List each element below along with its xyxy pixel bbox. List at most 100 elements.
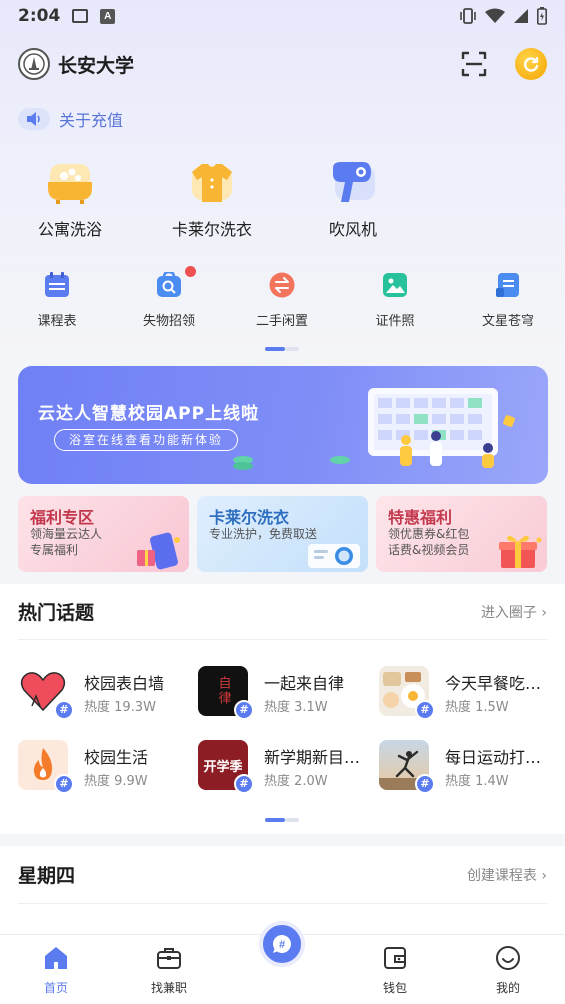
quick-link-lost-found[interactable]: 失物招领 [124, 266, 214, 329]
promo-subtitle: 领海量云达人 专属福利 [30, 526, 150, 558]
topic-item[interactable]: 自律 # 一起来自律 热度 3.1W [198, 666, 368, 722]
topic-heat: 热度 9.9W [84, 774, 148, 789]
create-schedule-link[interactable]: 创建课程表 › [467, 865, 547, 885]
tab-label: 找兼职 [150, 981, 187, 995]
topic-heat: 热度 19.3W [84, 700, 156, 715]
scan-icon [461, 51, 487, 77]
school-logo[interactable] [18, 48, 50, 80]
hot-topics-header: 热门话题 进入圈子 › [18, 584, 547, 640]
document-icon [495, 272, 521, 298]
promo-line: 专属福利 [30, 543, 79, 557]
calendar-icon [44, 272, 70, 298]
promo-line: 专业洗护，免费取送 [209, 527, 318, 541]
topic-item[interactable]: # 今天早餐吃… 热度 1.5W [379, 666, 549, 722]
topic-tag-icon: # [54, 774, 74, 794]
quick-link-label: 二手闲置 [255, 314, 308, 329]
pager-dot [285, 818, 299, 822]
signal-icon [514, 9, 528, 23]
tab-mine[interactable]: 我的 [463, 935, 553, 1004]
schedule-header: 星期四 创建课程表 › [18, 846, 547, 904]
quick-link-label: 文星苍穹 [481, 314, 534, 329]
weekday-title: 星期四 [18, 865, 76, 887]
tab-part-time[interactable]: 找兼职 [124, 935, 214, 1004]
school-emblem-icon [23, 53, 45, 75]
topic-name: 每日运动打… [445, 748, 542, 767]
topic-item[interactable]: # 每日运动打… 热度 1.4W [379, 740, 549, 796]
topic-center-icon: # [272, 935, 291, 954]
promo-title: 福利专区 [30, 508, 95, 527]
topic-item[interactable]: # 校园生活 热度 9.9W [18, 740, 188, 796]
photo-icon [382, 272, 408, 298]
washing-machine-icon [308, 544, 360, 568]
quick-link-label: 证件照 [375, 314, 415, 329]
coin-icon [524, 56, 539, 72]
quick-link-label: 课程表 [37, 314, 77, 329]
service-hair-dryer[interactable]: 吹风机 [293, 160, 413, 240]
enter-circle-link[interactable]: 进入圈子 › [481, 602, 547, 622]
wallet-icon [382, 945, 408, 971]
notice-bar[interactable]: 关于充值 [18, 106, 123, 132]
promo-card-special[interactable]: 特惠福利 领优惠券&红包 话费&视频会员 [376, 496, 547, 572]
new-semester-text: 开学季 [203, 759, 243, 775]
speaker-icon [18, 108, 50, 130]
shirt-icon [184, 160, 240, 206]
topic-name: 校园表白墙 [84, 674, 165, 693]
promo-card-welfare[interactable]: 福利专区 领海量云达人 专属福利 [18, 496, 189, 572]
exchange-icon [269, 272, 295, 298]
service-apartment-bath[interactable]: 公寓洗浴 [10, 160, 130, 240]
topic-tag-icon: # [415, 700, 435, 720]
tab-label: 钱包 [382, 981, 407, 995]
topic-tag-icon: # [54, 700, 74, 720]
promo-line: 领海量云达人 [30, 527, 103, 541]
topic-heat: 热度 1.5W [445, 700, 509, 715]
battery-icon [537, 7, 547, 25]
service-laundry[interactable]: 卡莱尔洗衣 [152, 160, 272, 240]
promo-card-laundry[interactable]: 卡莱尔洗衣 专业洗护，免费取送 [197, 496, 368, 572]
image-icon [72, 9, 89, 23]
briefcase-icon [156, 945, 182, 971]
topic-name: 校园生活 [84, 748, 149, 767]
bottom-tab-bar: 首页 找兼职 # 钱包 我的 [0, 921, 565, 1004]
topic-center-glyph: # [279, 939, 285, 951]
topic-name: 今天早餐吃… [445, 674, 542, 693]
banner-decoration [233, 456, 253, 470]
banner-subtitle: 浴室在线查看功能新体验 [54, 429, 239, 451]
self-discipline-text: 自律 [215, 676, 231, 706]
notification-dot [185, 266, 196, 277]
school-name[interactable]: 长安大学 [58, 51, 134, 78]
bathtub-icon [42, 160, 98, 206]
quick-links: 课程表 失物招领 二手闲置 证件照 文星苍穹 [0, 266, 565, 332]
promo-banner[interactable]: 云达人智慧校园APP上线啦 浴室在线查看功能新体验 [18, 366, 548, 484]
notice-text: 关于充值 [59, 111, 124, 130]
topics-pager[interactable] [265, 818, 299, 822]
wifi-icon [485, 8, 505, 23]
topic-tag-icon: # [415, 774, 435, 794]
quick-link-second-hand[interactable]: 二手闲置 [237, 272, 327, 329]
quick-link-schedule[interactable]: 课程表 [12, 272, 102, 329]
quick-link-id-photo[interactable]: 证件照 [350, 272, 440, 329]
quick-links-pager[interactable] [265, 347, 299, 351]
coin-button[interactable] [515, 48, 547, 80]
app-header: 长安大学 [18, 44, 547, 84]
topic-item[interactable]: # 校园表白墙 热度 19.3W [18, 666, 188, 722]
topic-heat: 热度 2.0W [264, 774, 328, 789]
hair-dryer-icon [325, 160, 381, 206]
home-icon [43, 945, 69, 971]
tab-wallet[interactable]: 钱包 [350, 935, 440, 1004]
pager-dot [285, 347, 299, 351]
tab-topics-center[interactable]: # [259, 921, 305, 967]
main-services: 公寓洗浴 卡莱尔洗衣 吹风机 [0, 160, 565, 240]
service-label: 公寓洗浴 [37, 220, 102, 239]
tab-home[interactable]: 首页 [11, 935, 101, 1004]
topic-name: 一起来自律 [264, 674, 345, 693]
topic-item[interactable]: 开学季 # 新学期新目… 热度 2.0W [198, 740, 368, 796]
lost-found-icon [156, 266, 196, 298]
quick-link-wenxing[interactable]: 文星苍穹 [463, 272, 553, 329]
gift-box-icon [499, 535, 542, 568]
status-bar: 2:04 A [0, 0, 565, 32]
scan-button[interactable] [459, 49, 489, 79]
promo-title: 特惠福利 [388, 508, 453, 527]
clock: 2:04 [18, 6, 61, 26]
pager-dot-active [265, 347, 285, 351]
topic-tag-icon: # [234, 700, 254, 720]
